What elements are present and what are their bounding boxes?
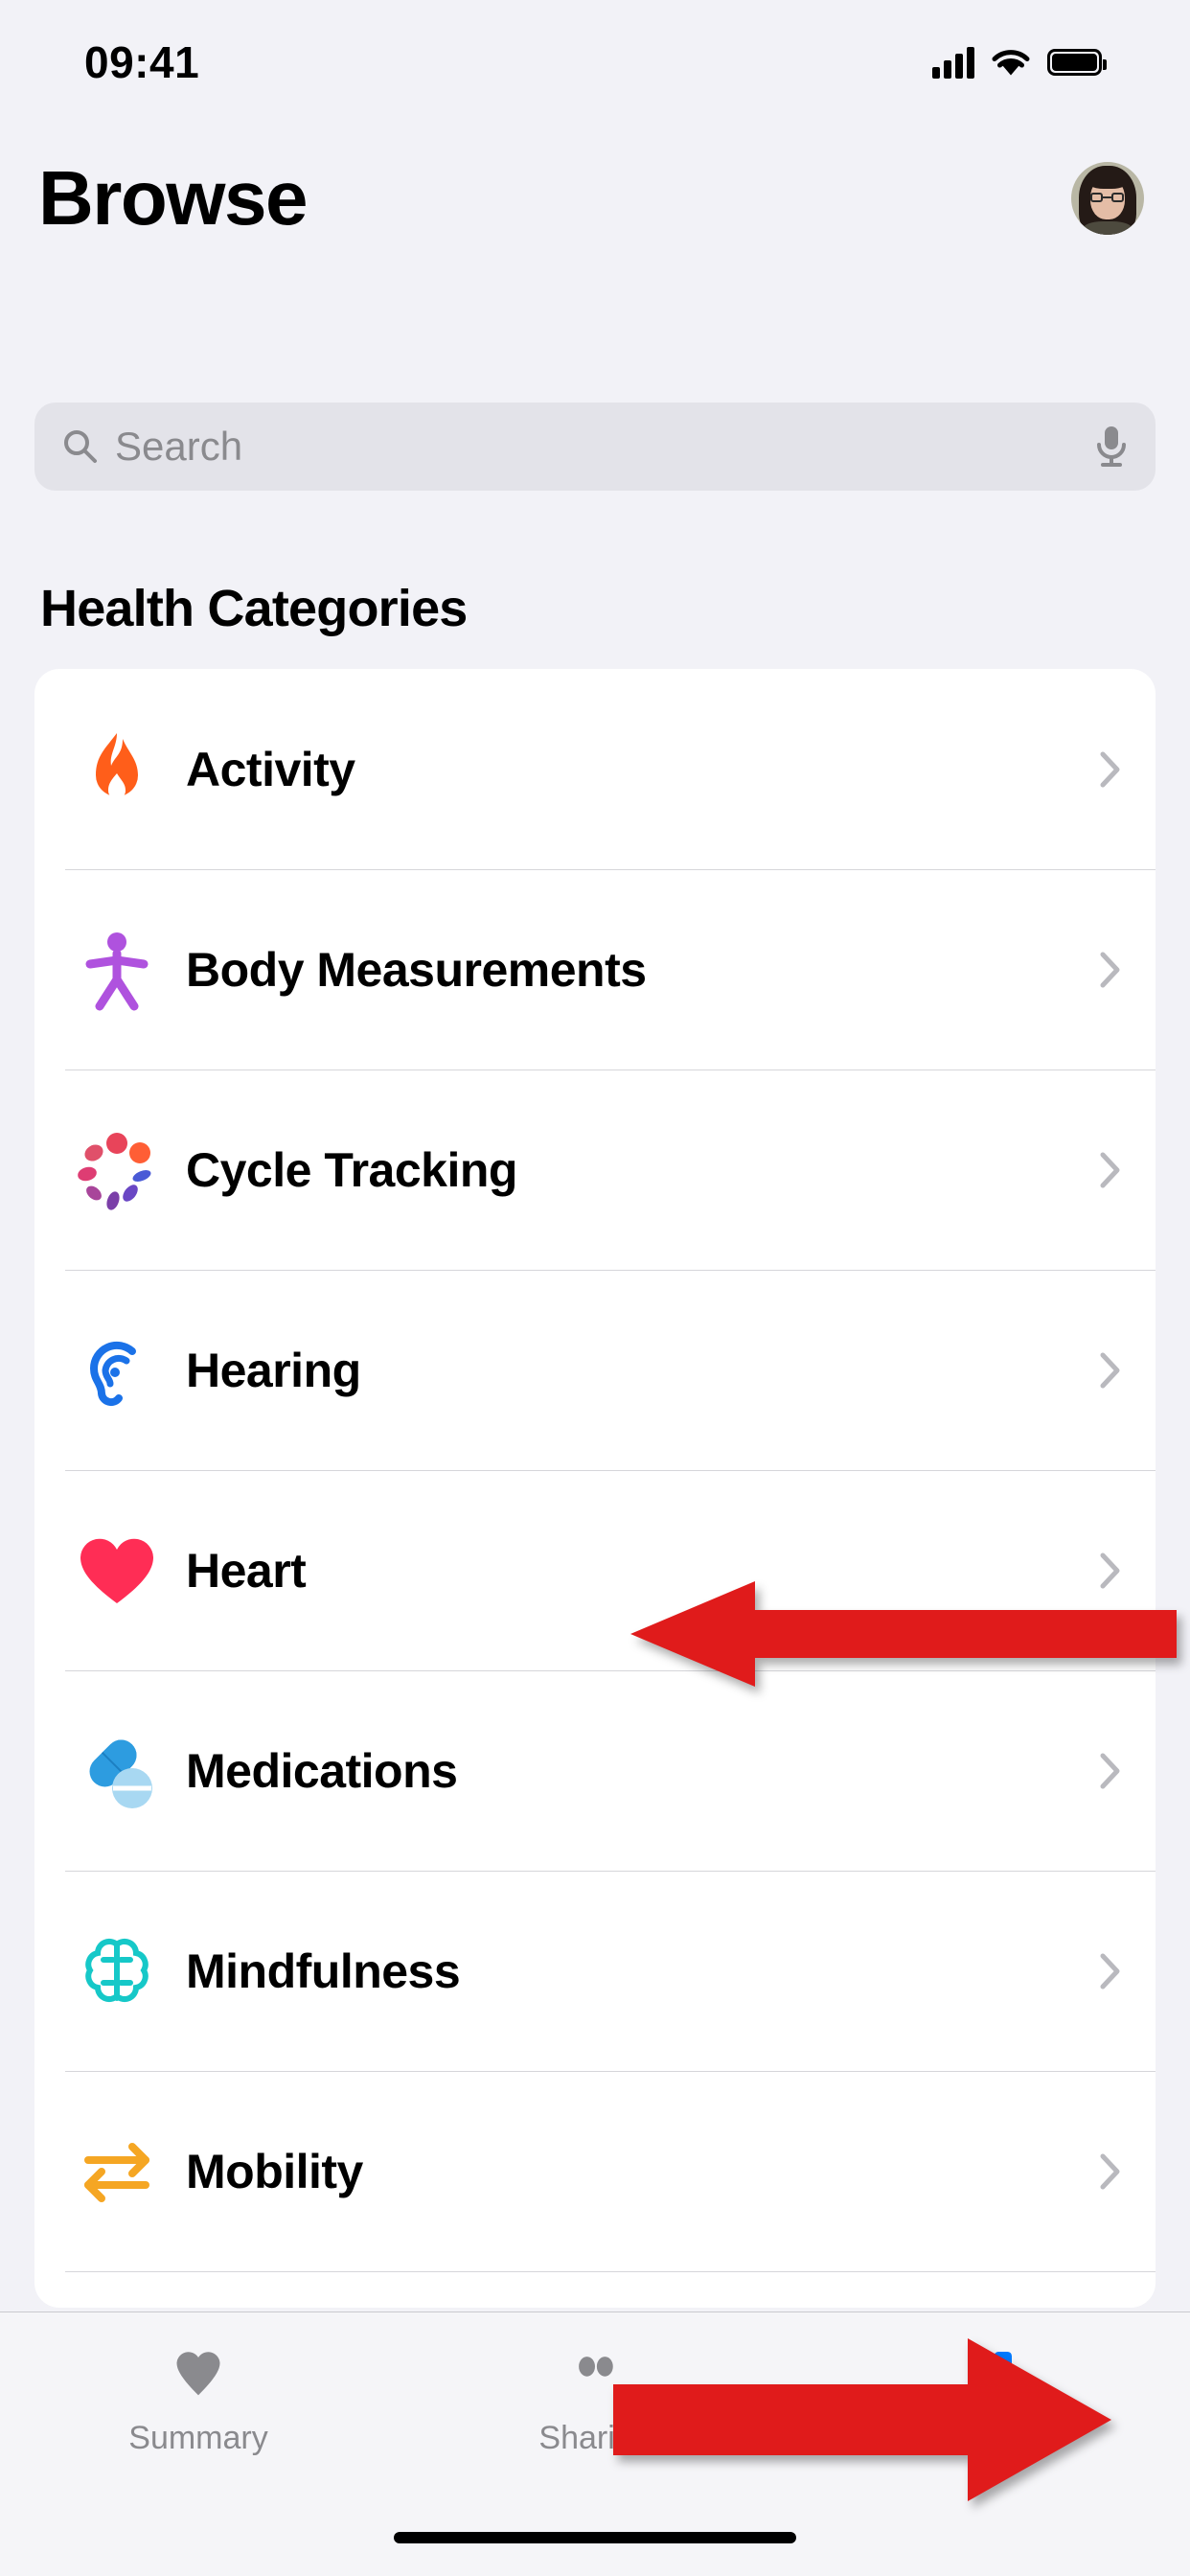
home-indicator: [394, 2532, 796, 2543]
chevron-right-icon: [1100, 1753, 1120, 1788]
heart-filled-icon: [170, 2337, 227, 2406]
page-header: Browse: [0, 146, 1190, 251]
status-bar-icons: [932, 46, 1107, 79]
list-item-body-measurements[interactable]: Body Measurements: [34, 869, 1156, 1070]
list-item-hearing[interactable]: Hearing: [34, 1270, 1156, 1470]
section-title-health-categories: Health Categories: [40, 580, 468, 637]
tab-browse[interactable]: Browse: [793, 2337, 1190, 2457]
tab-summary[interactable]: Summary: [0, 2337, 397, 2457]
profile-avatar[interactable]: [1071, 162, 1144, 235]
battery-icon: [1047, 49, 1107, 76]
status-bar: 09:41: [0, 0, 1190, 125]
list-item-label: Hearing: [186, 1343, 361, 1397]
body-figure-icon: [73, 926, 161, 1014]
list-item-medications[interactable]: Medications: [34, 1670, 1156, 1871]
list-item-label: Cycle Tracking: [186, 1142, 517, 1197]
wifi-icon: [992, 50, 1030, 76]
page-title: Browse: [38, 155, 308, 241]
ear-icon: [73, 1326, 161, 1414]
cellular-signal-icon: [932, 46, 974, 79]
pills-icon: [73, 1727, 161, 1815]
list-item-label: Body Measurements: [186, 942, 647, 997]
tab-sharing[interactable]: Sharing: [397, 2337, 793, 2457]
cycle-petals-icon: [73, 1126, 161, 1214]
list-item-label: Medications: [186, 1743, 458, 1798]
tab-label: Summary: [128, 2420, 268, 2456]
mobility-arrows-icon: [73, 2128, 161, 2216]
list-item-cycle-tracking[interactable]: Cycle Tracking: [34, 1070, 1156, 1270]
search-input[interactable]: Search: [115, 424, 1094, 470]
status-bar-time: 09:41: [84, 37, 200, 87]
flame-icon: [73, 725, 161, 814]
list-item-heart[interactable]: Heart: [34, 1470, 1156, 1670]
list-item-mindfulness[interactable]: Mindfulness: [34, 1871, 1156, 2071]
chevron-right-icon: [1100, 1552, 1120, 1588]
chevron-right-icon: [1100, 1953, 1120, 1989]
heart-icon: [73, 1527, 161, 1615]
brain-icon: [73, 1927, 161, 2015]
grid-squares-icon: [965, 2337, 1018, 2406]
chevron-right-icon: [1100, 751, 1120, 787]
chevron-right-icon: [1100, 1352, 1120, 1388]
list-item-nutrition[interactable]: Nutrition: [34, 2271, 1156, 2308]
chevron-right-icon: [1100, 2153, 1120, 2189]
tab-label: Sharing: [538, 2420, 652, 2456]
chevron-right-icon: [1100, 1152, 1120, 1187]
list-item-label: Activity: [186, 742, 355, 796]
list-item-activity[interactable]: Activity: [34, 669, 1156, 869]
search-icon: [64, 430, 97, 463]
microphone-icon[interactable]: [1094, 425, 1129, 469]
list-item-label: Mindfulness: [186, 1944, 461, 1998]
health-categories-list: Activity Body Measurements Cycle Trackin…: [34, 669, 1156, 2308]
search-bar[interactable]: Search: [34, 402, 1156, 491]
chevron-right-icon: [1100, 952, 1120, 987]
tab-bar: Summary Sharing Browse: [0, 2312, 1190, 2576]
tab-label: Browse: [937, 2420, 1046, 2456]
sharing-icon: [566, 2337, 624, 2406]
list-item-label: Mobility: [186, 2144, 363, 2198]
list-item-label: Heart: [186, 1543, 307, 1598]
list-item-mobility[interactable]: Mobility: [34, 2071, 1156, 2271]
